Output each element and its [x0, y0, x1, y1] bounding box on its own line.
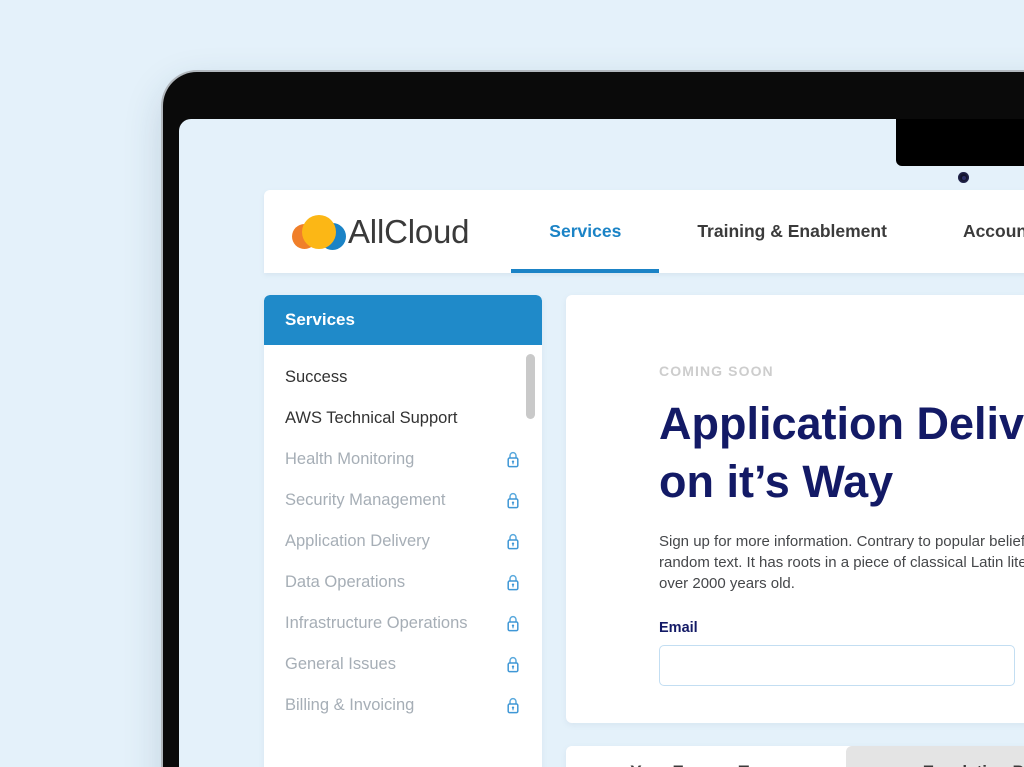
sidebar-item-label: Success — [285, 368, 348, 386]
tab-escalation-path-label: Escalation Path — [923, 762, 1024, 767]
lock-icon — [507, 656, 519, 673]
tab-your-engage-team-label: Your Engage Team — [630, 762, 781, 767]
sidebar-item-success[interactable]: Success — [264, 357, 542, 398]
nav-tab-services[interactable]: Services — [511, 190, 660, 273]
sidebar-item-application-delivery[interactable]: Application Delivery — [264, 521, 542, 562]
logo-blob-yellow — [302, 214, 336, 249]
sidebar-item-list: Success AWS Technical Support Health Mon… — [264, 345, 542, 726]
sidebar-item-label: Security Management — [285, 491, 446, 509]
sidebar-header: Services — [264, 295, 542, 345]
lock-icon — [507, 697, 519, 714]
top-navigation-bar: AllCloud Services Training & Enablement … — [264, 190, 1024, 273]
nav-tab-services-label: Services — [549, 221, 622, 241]
sidebar-item-label: Application Delivery — [285, 532, 430, 550]
eyebrow-label: COMING SOON — [659, 363, 774, 379]
sidebar-item-label: AWS Technical Support — [285, 409, 458, 427]
nav-tab-account-info[interactable]: Account Info — [925, 190, 1024, 273]
sidebar-item-aws-technical-support[interactable]: AWS Technical Support — [264, 398, 542, 439]
lock-icon — [507, 451, 519, 468]
nav-tabs: Services Training & Enablement Account I… — [511, 190, 1024, 273]
sidebar-item-label: Data Operations — [285, 573, 406, 591]
sidebar-item-infrastructure-operations[interactable]: Infrastructure Operations — [264, 603, 542, 644]
screenshot-root: AllCloud Services Training & Enablement … — [0, 0, 1024, 767]
sidebar-item-label: General Issues — [285, 655, 396, 673]
sidebar-item-general-issues[interactable]: General Issues — [264, 644, 542, 685]
nav-tab-training-label: Training & Enablement — [697, 221, 887, 241]
nav-tab-account-label: Account Info — [962, 221, 1024, 241]
camera-lens-inner — [961, 175, 966, 180]
sidebar-item-security-management[interactable]: Security Management — [264, 480, 542, 521]
coming-soon-card: COMING SOON Application Delivery is on i… — [566, 295, 1024, 723]
sidebar-item-health-monitoring[interactable]: Health Monitoring — [264, 439, 542, 480]
email-field-label: Email — [659, 620, 698, 636]
allcloud-cloud-icon — [292, 212, 348, 252]
device-bezel: AllCloud Services Training & Enablement … — [163, 72, 1024, 767]
page-title: Application Delivery is on it’s Way — [659, 398, 1024, 507]
body-copy: Sign up for more information. Contrary t… — [659, 533, 1024, 592]
sidebar-scrollbar-thumb[interactable] — [526, 354, 535, 419]
tab-your-engage-team[interactable]: Your Engage Team — [566, 746, 846, 767]
sidebar-item-label: Billing & Invoicing — [285, 696, 415, 714]
nav-tab-training-enablement[interactable]: Training & Enablement — [659, 190, 925, 273]
device-screen: AllCloud Services Training & Enablement … — [179, 119, 1024, 767]
sidebar-item-label: Health Monitoring — [285, 450, 415, 468]
brand-logo[interactable]: AllCloud — [292, 212, 469, 252]
sidebar-item-billing-invoicing[interactable]: Billing & Invoicing — [264, 685, 542, 726]
sidebar-item-data-operations[interactable]: Data Operations — [264, 562, 542, 603]
lock-icon — [507, 492, 519, 509]
tab-strip: Your Engage Team Escalation Path — [566, 746, 1024, 767]
lock-icon — [507, 533, 519, 550]
tab-escalation-path[interactable]: Escalation Path — [846, 746, 1024, 767]
device-notch — [896, 119, 1024, 166]
lock-icon — [507, 574, 519, 591]
team-tab-panel: Your Engage Team Escalation Path — [566, 746, 1024, 767]
brand-name: AllCloud — [348, 212, 470, 250]
sidebar-header-label: Services — [285, 310, 355, 329]
email-input[interactable] — [659, 645, 1015, 686]
lock-icon — [507, 615, 519, 632]
services-sidebar: Services Success AWS Technical Support H… — [264, 295, 542, 767]
sidebar-item-label: Infrastructure Operations — [285, 614, 468, 632]
